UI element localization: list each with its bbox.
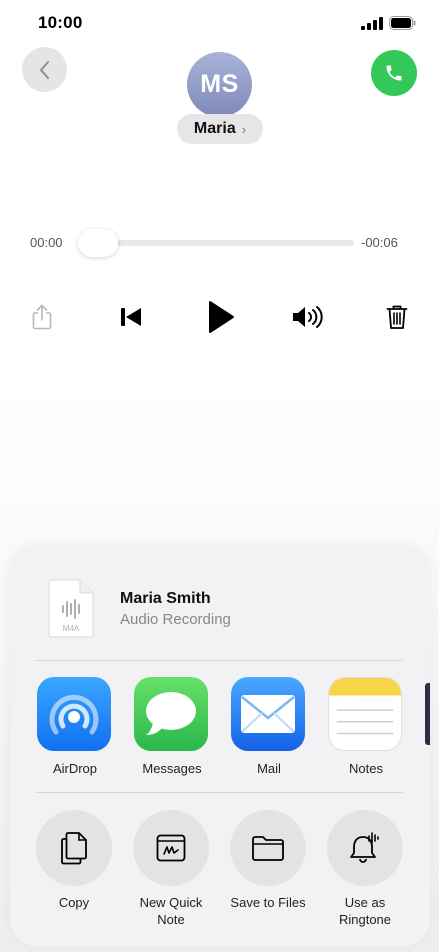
action-label: Use as Ringtone [338,895,392,927]
divider [36,792,403,793]
skip-back-icon [121,308,141,326]
status-bar: 10:00 [0,0,439,46]
chevron-left-icon [39,60,49,79]
play-icon [209,301,234,333]
call-button[interactable] [371,50,417,96]
divider [36,660,403,661]
app-airdrop[interactable]: AirDrop [37,677,113,776]
ringtone-button-circle[interactable] [327,810,403,886]
contact-name: Maria [193,120,236,137]
messages-icon [134,677,208,751]
remaining-time: -00:06 [361,235,398,250]
delete-button[interactable] [383,302,411,332]
notes-icon [328,677,402,751]
file-type-label: M4A [63,624,80,633]
sheet-title: Maria Smith [120,590,211,607]
folder-icon [252,836,284,861]
mail-icon [231,677,305,751]
action-label: Copy [58,895,90,910]
share-button[interactable] [28,302,56,332]
progress-thumb[interactable] [78,229,118,257]
action-label: New Quick Note [139,895,203,927]
avatar[interactable]: MS [187,52,252,117]
app-notes[interactable]: Notes [328,677,404,776]
elapsed-time: 00:00 [30,235,63,250]
battery-icon [389,16,416,30]
action-copy[interactable]: Copy [29,810,119,911]
action-save-to-files[interactable]: Save to Files [223,810,313,911]
back-button[interactable] [22,47,67,92]
phone-icon [386,65,402,81]
share-sheet: M4A Maria Smith Audio Recording AirDrop … [10,547,430,947]
share-icon [32,304,52,330]
app-mail[interactable]: Mail [231,677,307,776]
status-time: 10:00 [38,13,83,32]
skip-back-button[interactable] [116,303,146,331]
quick-note-button-circle[interactable] [133,810,209,886]
copy-button-circle[interactable] [36,810,112,886]
progress-track[interactable] [80,240,354,246]
copy-icon [61,832,87,865]
chevron-right-icon: › [241,121,247,137]
app-label: AirDrop [52,761,98,776]
app-label: Mail [257,761,281,776]
contact-name-button[interactable]: Maria › [177,114,263,144]
signal-icon [361,17,383,30]
quick-note-icon [156,834,186,862]
app-messages[interactable]: Messages [134,677,210,776]
sheet-subtitle: Audio Recording [120,611,231,628]
app-overflow-edge[interactable] [425,683,430,745]
action-new-quick-note[interactable]: New Quick Note [126,810,216,928]
action-use-as-ringtone[interactable]: Use as Ringtone [320,810,410,928]
ringtone-bell-icon [350,832,379,863]
speaker-button[interactable] [290,303,326,331]
action-label: Save to Files [230,895,306,910]
app-label: Messages [142,761,202,776]
play-button[interactable] [202,298,238,336]
trash-icon [386,305,408,329]
save-to-files-button-circle[interactable] [230,810,306,886]
airdrop-icon [37,677,111,751]
app-label: Notes [349,761,383,776]
speaker-icon [293,306,323,328]
audio-file-icon: M4A [48,579,94,638]
